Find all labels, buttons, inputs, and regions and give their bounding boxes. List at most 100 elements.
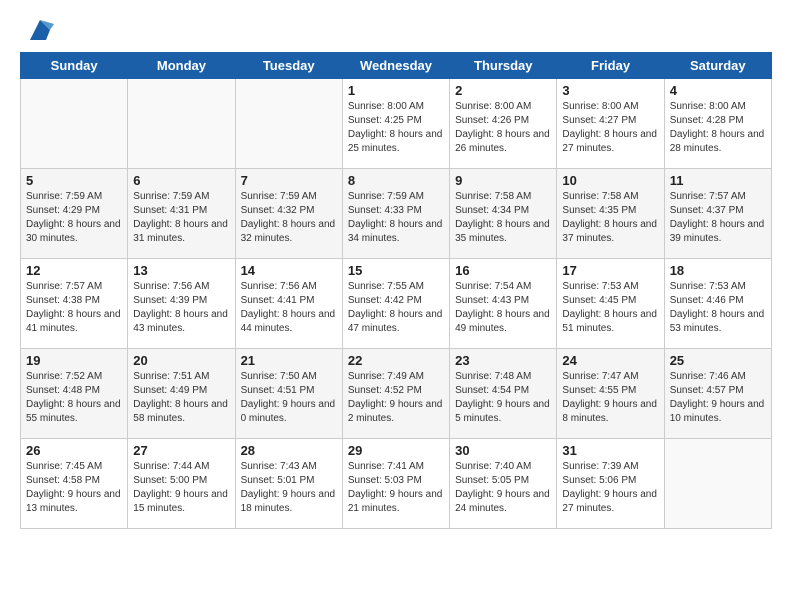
cell-content: Sunrise: 7:59 AM Sunset: 4:31 PM Dayligh… xyxy=(133,190,229,246)
day-header-wednesday: Wednesday xyxy=(342,53,449,79)
calendar-cell: 24 Sunrise: 7:47 AM Sunset: 4:55 PM Dayli… xyxy=(557,349,664,439)
cell-content: Sunrise: 7:59 AM Sunset: 4:29 PM Dayligh… xyxy=(26,190,122,246)
day-number: 1 xyxy=(348,83,444,98)
calendar-cell xyxy=(664,439,771,529)
cell-content: Sunrise: 7:48 AM Sunset: 4:54 PM Dayligh… xyxy=(455,370,551,426)
cell-content: Sunrise: 8:00 AM Sunset: 4:28 PM Dayligh… xyxy=(670,100,766,156)
day-number: 15 xyxy=(348,263,444,278)
day-number: 14 xyxy=(241,263,337,278)
day-number: 10 xyxy=(562,173,658,188)
day-header-sunday: Sunday xyxy=(21,53,128,79)
day-header-row: SundayMondayTuesdayWednesdayThursdayFrid… xyxy=(21,53,772,79)
logo xyxy=(20,16,54,44)
calendar-cell: 2 Sunrise: 8:00 AM Sunset: 4:26 PM Daylig… xyxy=(450,79,557,169)
day-header-thursday: Thursday xyxy=(450,53,557,79)
day-number: 18 xyxy=(670,263,766,278)
calendar-week-row: 12 Sunrise: 7:57 AM Sunset: 4:38 PM Dayli… xyxy=(21,259,772,349)
page: SundayMondayTuesdayWednesdayThursdayFrid… xyxy=(0,0,792,612)
day-number: 30 xyxy=(455,443,551,458)
cell-content: Sunrise: 7:58 AM Sunset: 4:35 PM Dayligh… xyxy=(562,190,658,246)
cell-content: Sunrise: 8:00 AM Sunset: 4:27 PM Dayligh… xyxy=(562,100,658,156)
calendar-cell: 30 Sunrise: 7:40 AM Sunset: 5:05 PM Dayli… xyxy=(450,439,557,529)
day-header-tuesday: Tuesday xyxy=(235,53,342,79)
day-number: 31 xyxy=(562,443,658,458)
calendar-cell: 23Sunrise: 7:48 AM Sunset: 4:54 PM Dayli… xyxy=(450,349,557,439)
day-number: 27 xyxy=(133,443,229,458)
cell-content: Sunrise: 7:54 AM Sunset: 4:43 PM Dayligh… xyxy=(455,280,551,336)
day-number: 22 xyxy=(348,353,444,368)
calendar-cell: 18Sunrise: 7:53 AM Sunset: 4:46 PM Dayli… xyxy=(664,259,771,349)
calendar-cell: 16 Sunrise: 7:54 AM Sunset: 4:43 PM Dayli… xyxy=(450,259,557,349)
cell-content: Sunrise: 7:53 AM Sunset: 4:45 PM Dayligh… xyxy=(562,280,658,336)
cell-content: Sunrise: 7:57 AM Sunset: 4:38 PM Dayligh… xyxy=(26,280,122,336)
day-number: 17 xyxy=(562,263,658,278)
calendar-cell: 7Sunrise: 7:59 AM Sunset: 4:32 PM Daylig… xyxy=(235,169,342,259)
calendar-week-row: 19Sunrise: 7:52 AM Sunset: 4:48 PM Dayli… xyxy=(21,349,772,439)
calendar-cell: 26Sunrise: 7:45 AM Sunset: 4:58 PM Dayli… xyxy=(21,439,128,529)
cell-content: Sunrise: 7:43 AM Sunset: 5:01 PM Dayligh… xyxy=(241,460,337,516)
day-number: 12 xyxy=(26,263,122,278)
calendar-cell: 8 Sunrise: 7:59 AM Sunset: 4:33 PM Daylig… xyxy=(342,169,449,259)
day-number: 6 xyxy=(133,173,229,188)
calendar-cell: 29 Sunrise: 7:41 AM Sunset: 5:03 PM Dayli… xyxy=(342,439,449,529)
day-number: 28 xyxy=(241,443,337,458)
calendar-cell: 9 Sunrise: 7:58 AM Sunset: 4:34 PM Daylig… xyxy=(450,169,557,259)
calendar-cell xyxy=(21,79,128,169)
day-number: 9 xyxy=(455,173,551,188)
day-number: 25 xyxy=(670,353,766,368)
cell-content: Sunrise: 7:57 AM Sunset: 4:37 PM Dayligh… xyxy=(670,190,766,246)
calendar-cell xyxy=(235,79,342,169)
cell-content: Sunrise: 7:39 AM Sunset: 5:06 PM Dayligh… xyxy=(562,460,658,516)
header xyxy=(20,16,772,44)
cell-content: Sunrise: 7:47 AM Sunset: 4:55 PM Dayligh… xyxy=(562,370,658,426)
cell-content: Sunrise: 7:56 AM Sunset: 4:41 PM Dayligh… xyxy=(241,280,337,336)
calendar-cell: 10 Sunrise: 7:58 AM Sunset: 4:35 PM Dayli… xyxy=(557,169,664,259)
calendar-cell: 15 Sunrise: 7:55 AM Sunset: 4:42 PM Dayli… xyxy=(342,259,449,349)
calendar-cell: 14 Sunrise: 7:56 AM Sunset: 4:41 PM Dayli… xyxy=(235,259,342,349)
calendar-week-row: 1 Sunrise: 8:00 AM Sunset: 4:25 PM Daylig… xyxy=(21,79,772,169)
day-number: 20 xyxy=(133,353,229,368)
calendar-cell: 12 Sunrise: 7:57 AM Sunset: 4:38 PM Dayli… xyxy=(21,259,128,349)
day-number: 11 xyxy=(670,173,766,188)
cell-content: Sunrise: 7:59 AM Sunset: 4:32 PM Dayligh… xyxy=(241,190,337,246)
calendar-cell: 21 Sunrise: 7:50 AM Sunset: 4:51 PM Dayli… xyxy=(235,349,342,439)
cell-content: Sunrise: 7:41 AM Sunset: 5:03 PM Dayligh… xyxy=(348,460,444,516)
calendar-cell: 5 Sunrise: 7:59 AM Sunset: 4:29 PM Daylig… xyxy=(21,169,128,259)
calendar-week-row: 26Sunrise: 7:45 AM Sunset: 4:58 PM Dayli… xyxy=(21,439,772,529)
calendar-cell xyxy=(128,79,235,169)
cell-content: Sunrise: 7:46 AM Sunset: 4:57 PM Dayligh… xyxy=(670,370,766,426)
calendar-week-row: 5 Sunrise: 7:59 AM Sunset: 4:29 PM Daylig… xyxy=(21,169,772,259)
cell-content: Sunrise: 7:44 AM Sunset: 5:00 PM Dayligh… xyxy=(133,460,229,516)
calendar-cell: 3Sunrise: 8:00 AM Sunset: 4:27 PM Daylig… xyxy=(557,79,664,169)
calendar-cell: 6 Sunrise: 7:59 AM Sunset: 4:31 PM Daylig… xyxy=(128,169,235,259)
calendar-cell: 22 Sunrise: 7:49 AM Sunset: 4:52 PM Dayli… xyxy=(342,349,449,439)
day-number: 24 xyxy=(562,353,658,368)
day-number: 29 xyxy=(348,443,444,458)
day-number: 19 xyxy=(26,353,122,368)
calendar-cell: 13 Sunrise: 7:56 AM Sunset: 4:39 PM Dayli… xyxy=(128,259,235,349)
calendar-cell: 31 Sunrise: 7:39 AM Sunset: 5:06 PM Dayli… xyxy=(557,439,664,529)
cell-content: Sunrise: 7:59 AM Sunset: 4:33 PM Dayligh… xyxy=(348,190,444,246)
day-number: 8 xyxy=(348,173,444,188)
logo-icon xyxy=(26,16,54,44)
day-number: 5 xyxy=(26,173,122,188)
cell-content: Sunrise: 7:55 AM Sunset: 4:42 PM Dayligh… xyxy=(348,280,444,336)
calendar-cell: 28 Sunrise: 7:43 AM Sunset: 5:01 PM Dayli… xyxy=(235,439,342,529)
day-header-saturday: Saturday xyxy=(664,53,771,79)
day-number: 21 xyxy=(241,353,337,368)
cell-content: Sunrise: 8:00 AM Sunset: 4:26 PM Dayligh… xyxy=(455,100,551,156)
cell-content: Sunrise: 7:56 AM Sunset: 4:39 PM Dayligh… xyxy=(133,280,229,336)
cell-content: Sunrise: 7:49 AM Sunset: 4:52 PM Dayligh… xyxy=(348,370,444,426)
cell-content: Sunrise: 7:45 AM Sunset: 4:58 PM Dayligh… xyxy=(26,460,122,516)
calendar-cell: 11 Sunrise: 7:57 AM Sunset: 4:37 PM Dayli… xyxy=(664,169,771,259)
day-header-friday: Friday xyxy=(557,53,664,79)
calendar-cell: 1 Sunrise: 8:00 AM Sunset: 4:25 PM Daylig… xyxy=(342,79,449,169)
cell-content: Sunrise: 7:58 AM Sunset: 4:34 PM Dayligh… xyxy=(455,190,551,246)
day-number: 4 xyxy=(670,83,766,98)
cell-content: Sunrise: 7:50 AM Sunset: 4:51 PM Dayligh… xyxy=(241,370,337,426)
cell-content: Sunrise: 7:40 AM Sunset: 5:05 PM Dayligh… xyxy=(455,460,551,516)
cell-content: Sunrise: 8:00 AM Sunset: 4:25 PM Dayligh… xyxy=(348,100,444,156)
day-number: 13 xyxy=(133,263,229,278)
day-number: 2 xyxy=(455,83,551,98)
day-number: 16 xyxy=(455,263,551,278)
